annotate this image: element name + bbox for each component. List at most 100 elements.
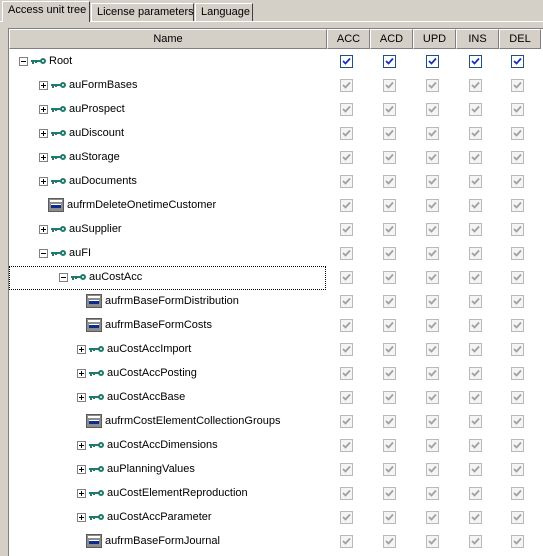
tree-row[interactable]: auPlanningValues [9, 458, 543, 482]
tree-node-name-cell[interactable]: aufrmCostElementCollectionGroups [9, 410, 326, 434]
checkmark-icon [471, 129, 480, 138]
key-icon [88, 346, 104, 354]
acd-checkbox[interactable] [383, 55, 396, 68]
tree-row[interactable]: aufrmDeleteOnetimeCustomer [9, 194, 543, 218]
tree-row[interactable]: aufrmBaseFormDistribution [9, 290, 543, 314]
tree-node-name-cell[interactable]: Root [9, 50, 326, 74]
upd-checkbox [426, 511, 439, 524]
acc-checkbox[interactable] [340, 55, 353, 68]
expand-icon[interactable] [39, 129, 48, 138]
column-header-ins[interactable]: INS [456, 29, 499, 49]
checkmark-icon [471, 513, 480, 522]
acc-checkbox [340, 367, 353, 380]
tree-node-name-cell[interactable]: auCostElementReproduction [9, 482, 326, 506]
checkmark-icon [471, 153, 480, 162]
tree-node-name-cell[interactable]: auPlanningValues [9, 458, 326, 482]
tree-node-name-cell[interactable]: auCostAcc [9, 266, 326, 290]
tab-language[interactable]: Language [195, 3, 253, 21]
acd-checkbox [383, 151, 396, 164]
checkmark-icon [342, 345, 351, 354]
collapse-icon[interactable] [59, 273, 68, 282]
tree-row[interactable]: Root [9, 50, 543, 74]
access-tree-grid[interactable]: Name ACC ACD UPD INS DEL Root auFormBases… [8, 28, 543, 556]
tab-access-unit-tree[interactable]: Access unit tree [2, 1, 90, 22]
tree-row[interactable]: aufrmCostElementCollectionGroups [9, 410, 543, 434]
tree-row[interactable]: auCostAccParameter [9, 506, 543, 530]
acc-checkbox [340, 487, 353, 500]
tree-node-name-cell[interactable]: auCostAccPosting [9, 362, 326, 386]
checkmark-icon [342, 465, 351, 474]
tree-row[interactable]: auCostAccDimensions [9, 434, 543, 458]
checkmark-icon [513, 537, 522, 546]
checkmark-icon [513, 105, 522, 114]
tree-row[interactable]: auDiscount [9, 122, 543, 146]
expand-icon[interactable] [39, 153, 48, 162]
column-header-upd[interactable]: UPD [413, 29, 456, 49]
tree-node-label: aufrmBaseFormCosts [105, 319, 212, 332]
tree-row[interactable]: auCostAccPosting [9, 362, 543, 386]
collapse-icon[interactable] [19, 57, 28, 66]
tree-row[interactable]: aufrmBaseFormCosts [9, 314, 543, 338]
upd-checkbox[interactable] [426, 55, 439, 68]
tree-node-name-cell[interactable]: aufrmBaseFormJournal [9, 530, 326, 554]
tree-row[interactable]: auCostAccBase [9, 386, 543, 410]
tree-row[interactable]: aufrmBaseFormJournal [9, 530, 543, 554]
checkmark-icon [471, 297, 480, 306]
tree-node-name-cell[interactable]: auCostAccBase [9, 386, 326, 410]
tree-row[interactable]: auDocuments [9, 170, 543, 194]
checkmark-icon [385, 489, 394, 498]
tree-node-name-cell[interactable]: auDiscount [9, 122, 326, 146]
tree-row[interactable]: auCostElementReproduction [9, 482, 543, 506]
column-header-name[interactable]: Name [9, 29, 327, 49]
tree-node-name-cell[interactable]: auCostAccDimensions [9, 434, 326, 458]
tree-row[interactable]: auFI [9, 242, 543, 266]
checkmark-icon [428, 201, 437, 210]
checkmark-icon [471, 465, 480, 474]
expand-icon[interactable] [77, 513, 86, 522]
expand-icon[interactable] [77, 489, 86, 498]
expand-icon[interactable] [77, 393, 86, 402]
tree-row[interactable]: auCostAcc [9, 266, 543, 290]
expand-icon[interactable] [77, 369, 86, 378]
tree-node-name-cell[interactable]: auCostAccImport [9, 338, 326, 362]
del-checkbox [511, 223, 524, 236]
tree-row[interactable]: auStorage [9, 146, 543, 170]
column-header-acc[interactable]: ACC [327, 29, 370, 49]
key-icon [88, 490, 104, 498]
tree-node-name-cell[interactable]: auSupplier [9, 218, 326, 242]
tab-license-parameters[interactable]: License parameters [91, 3, 194, 21]
tree-node-name-cell[interactable]: aufrmDeleteOnetimeCustomer [9, 194, 326, 218]
ins-checkbox [469, 535, 482, 548]
checkmark-icon [471, 537, 480, 546]
column-header-acd[interactable]: ACD [370, 29, 413, 49]
tree-node-name-cell[interactable]: auStorage [9, 146, 326, 170]
expand-icon[interactable] [39, 177, 48, 186]
del-checkbox[interactable] [511, 55, 524, 68]
expand-icon[interactable] [39, 81, 48, 90]
tree-node-name-cell[interactable]: auDocuments [9, 170, 326, 194]
tree-node-name-cell[interactable]: aufrmBaseFormDistribution [9, 290, 326, 314]
acd-checkbox [383, 175, 396, 188]
checkmark-icon [342, 441, 351, 450]
checkmark-icon [385, 225, 394, 234]
tree-row[interactable]: auCostAccImport [9, 338, 543, 362]
expand-icon[interactable] [39, 105, 48, 114]
tree-node-label: Root [49, 55, 72, 68]
expand-icon[interactable] [77, 345, 86, 354]
checkmark-icon [342, 537, 351, 546]
tree-node-name-cell[interactable]: auCostAccParameter [9, 506, 326, 530]
ins-checkbox[interactable] [469, 55, 482, 68]
expand-icon[interactable] [39, 225, 48, 234]
tree-row[interactable]: auSupplier [9, 218, 543, 242]
tree-node-name-cell[interactable]: auProspect [9, 98, 326, 122]
expand-icon[interactable] [77, 441, 86, 450]
expand-icon[interactable] [77, 465, 86, 474]
tree-row[interactable]: auProspect [9, 98, 543, 122]
checkmark-icon [385, 153, 394, 162]
collapse-icon[interactable] [39, 249, 48, 258]
tree-node-name-cell[interactable]: aufrmBaseFormCosts [9, 314, 326, 338]
tree-node-name-cell[interactable]: auFI [9, 242, 326, 266]
tree-node-name-cell[interactable]: auFormBases [9, 74, 326, 98]
tree-row[interactable]: auFormBases [9, 74, 543, 98]
column-header-del[interactable]: DEL [499, 29, 541, 49]
